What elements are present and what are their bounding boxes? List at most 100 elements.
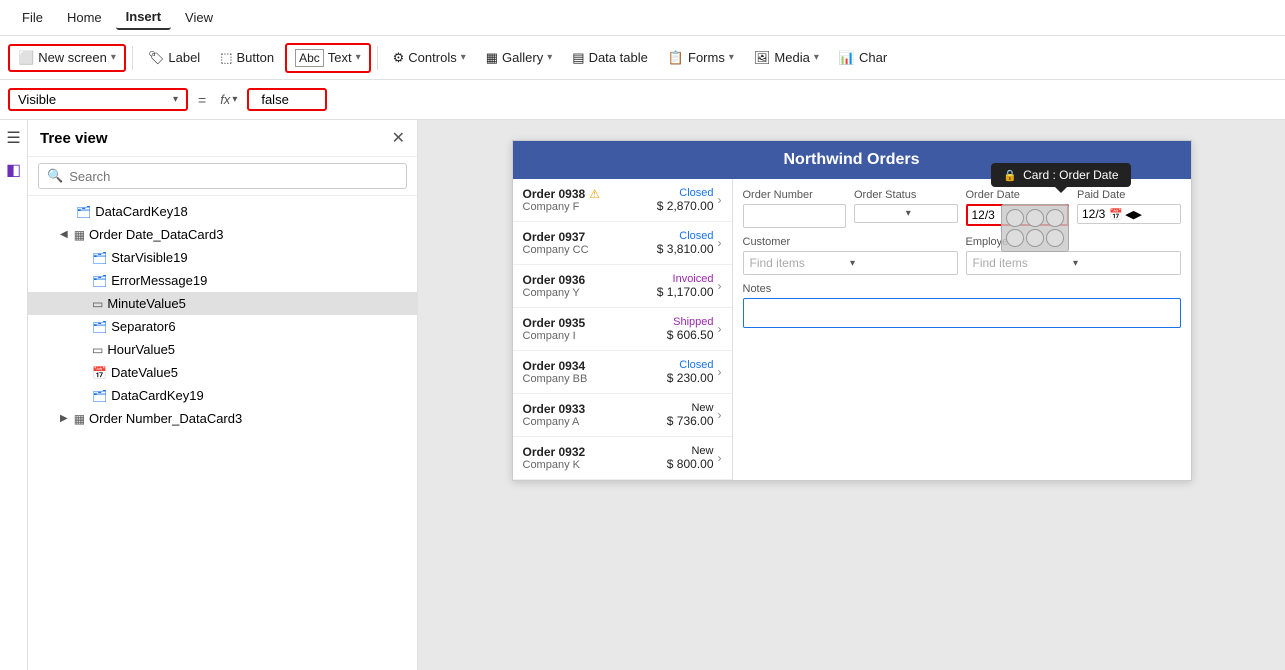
order-status-select[interactable]: ▾ — [854, 204, 958, 223]
date-circle-2 — [1026, 209, 1044, 227]
order-status-0937: Closed — [657, 230, 714, 242]
order-status-label: Order Status — [854, 189, 958, 201]
menu-file[interactable]: File — [12, 6, 53, 29]
customer-field: Customer Find items ▾ — [743, 236, 958, 275]
paid-date-value: 12/3 — [1082, 207, 1105, 221]
order-item-0938[interactable]: Order 0938 ⚠ Company F Closed $ 2,870.00… — [513, 179, 732, 222]
order-number-label: Order Number — [743, 189, 847, 201]
rect-icon: ▭ — [92, 297, 103, 311]
order-date-input[interactable]: 12/3 — [966, 204, 1070, 226]
search-input[interactable] — [69, 169, 398, 184]
order-amount-0933: $ 736.00 — [667, 414, 714, 428]
date-circle-4 — [1006, 229, 1024, 247]
customer-placeholder: Find items — [750, 256, 851, 270]
paid-date-nav-left[interactable]: ◀ — [1125, 208, 1133, 221]
date-picker-overlay[interactable] — [1001, 204, 1069, 252]
text-label: Text — [328, 50, 352, 65]
controls-button[interactable]: ⚙ Controls ▾ — [384, 45, 475, 71]
date-circle-5 — [1026, 229, 1044, 247]
button-label: Button — [236, 50, 274, 65]
new-screen-chevron: ▾ — [111, 52, 116, 63]
chart-button[interactable]: 📊 Char — [830, 45, 896, 71]
customer-input[interactable]: Find items ▾ — [743, 251, 958, 275]
paid-date-nav-right[interactable]: ▶ — [1134, 208, 1142, 221]
tree-item-minutevalue5[interactable]: ▭ MinuteValue5 — [28, 292, 417, 315]
media-button[interactable]: 🖼 Media ▾ — [745, 45, 828, 71]
tree-item-datacardkey19[interactable]: 🗂 DataCardKey19 — [28, 384, 417, 407]
order-info-0936: Order 0936 Company Y — [523, 273, 657, 299]
order-number-input[interactable] — [743, 204, 847, 228]
button-button[interactable]: ⬚ Button — [211, 45, 283, 71]
text-button[interactable]: Abc Text ▾ — [285, 43, 371, 73]
order-amount-0934: $ 230.00 — [667, 371, 714, 385]
group-icon: ▦ — [74, 228, 85, 242]
order-id-0937: Order 0937 — [523, 230, 657, 244]
property-value: Visible — [18, 92, 56, 107]
employee-placeholder: Find items — [973, 256, 1074, 270]
label-button[interactable]: 🏷 Label — [139, 45, 209, 71]
notes-label: Notes — [743, 283, 1181, 295]
order-status-0933: New — [667, 402, 714, 414]
layers-icon: ◧ — [6, 160, 21, 180]
order-chevron-0932: › — [718, 451, 722, 465]
order-item-0933[interactable]: Order 0933 Company A New $ 736.00 › — [513, 394, 732, 437]
menu-insert[interactable]: Insert — [116, 5, 171, 30]
app-title: Northwind Orders — [783, 151, 919, 168]
property-selector[interactable]: Visible ▾ — [8, 88, 188, 111]
order-status-0934: Closed — [667, 359, 714, 371]
new-screen-button[interactable]: ⬜ New screen ▾ — [8, 44, 126, 72]
date-circle-6 — [1046, 229, 1064, 247]
menu-view[interactable]: View — [175, 6, 223, 29]
forms-button[interactable]: 📋 Forms ▾ — [659, 45, 743, 71]
order-item-0935[interactable]: Order 0935 Company I Shipped $ 606.50 › — [513, 308, 732, 351]
tree-item-datevalue5[interactable]: 📅 DateValue5 — [28, 361, 417, 384]
tree-content: 🗂 DataCardKey18 ◀ ▦ Order Date_DataCard3… — [28, 196, 417, 670]
tree-item-separator6[interactable]: 🗂 Separator6 — [28, 315, 417, 338]
tooltip-text: Card : Order Date — [1023, 168, 1118, 182]
tree-search-box[interactable]: 🔍 — [38, 163, 407, 189]
label-label: Label — [168, 50, 200, 65]
fx-button[interactable]: fx ▾ — [216, 92, 241, 107]
order-item-0934[interactable]: Order 0934 Company BB Closed $ 230.00 › — [513, 351, 732, 394]
property-chevron: ▾ — [173, 94, 178, 105]
order-item-0932[interactable]: Order 0932 Company K New $ 800.00 › — [513, 437, 732, 480]
tree-item-datacardkey18[interactable]: 🗂 DataCardKey18 — [28, 200, 417, 223]
paid-date-cal-icon: 📅 — [1109, 208, 1123, 221]
tree-item-label: DateValue5 — [111, 365, 178, 380]
sidebar-toggle[interactable]: ☰ ◧ — [0, 120, 28, 670]
card-icon: 🗂 — [92, 389, 107, 403]
tree-item-starvisible19[interactable]: 🗂 StarVisible19 — [28, 246, 417, 269]
order-item-0937[interactable]: Order 0937 Company CC Closed $ 3,810.00 … — [513, 222, 732, 265]
toolbar: ⬜ New screen ▾ 🏷 Label ⬚ Button Abc Text… — [0, 36, 1285, 80]
notes-input[interactable] — [743, 298, 1181, 328]
chart-icon: 📊 — [839, 50, 855, 66]
tree-item-ordernumber-datacard3[interactable]: ▶ ▦ Order Number_DataCard3 — [28, 407, 417, 430]
card-icon: 🗂 — [92, 320, 107, 334]
tree-item-orderdate-datacardkey3[interactable]: ◀ ▦ Order Date_DataCard3 — [28, 223, 417, 246]
menu-home[interactable]: Home — [57, 6, 112, 29]
tree-close-button[interactable]: ✕ — [392, 128, 405, 148]
order-amount-0932: $ 800.00 — [667, 457, 714, 471]
order-status-amount-0936: Invoiced $ 1,170.00 — [657, 273, 714, 299]
gallery-label: Gallery — [502, 50, 543, 65]
employee-input[interactable]: Find items ▾ — [966, 251, 1181, 275]
tree-item-hourvalue5[interactable]: ▭ HourValue5 — [28, 338, 417, 361]
formula-value-box[interactable]: false — [247, 88, 327, 111]
media-icon: 🖼 — [754, 50, 771, 66]
employee-chevron: ▾ — [1073, 258, 1174, 269]
order-info-0932: Order 0932 Company K — [523, 445, 667, 471]
controls-icon: ⚙ — [393, 50, 405, 66]
order-chevron-0938: › — [718, 193, 722, 207]
forms-label: Forms — [688, 50, 725, 65]
media-chevron: ▾ — [814, 52, 819, 63]
order-id-0935: Order 0935 — [523, 316, 667, 330]
data-table-button[interactable]: ▤ Data table — [563, 45, 657, 71]
order-item-0936[interactable]: Order 0936 Company Y Invoiced $ 1,170.00… — [513, 265, 732, 308]
card-icon: 🗂 — [76, 205, 91, 219]
tree-item-label: DataCardKey19 — [111, 388, 204, 403]
tree-item-errormessage19[interactable]: 🗂 ErrorMessage19 — [28, 269, 417, 292]
employee-field: Employee Find items ▾ — [966, 236, 1181, 275]
paid-date-input[interactable]: 12/3 📅 ◀ ▶ — [1077, 204, 1181, 224]
order-info-0933: Order 0933 Company A — [523, 402, 667, 428]
gallery-button[interactable]: ▦ Gallery ▾ — [477, 45, 562, 71]
